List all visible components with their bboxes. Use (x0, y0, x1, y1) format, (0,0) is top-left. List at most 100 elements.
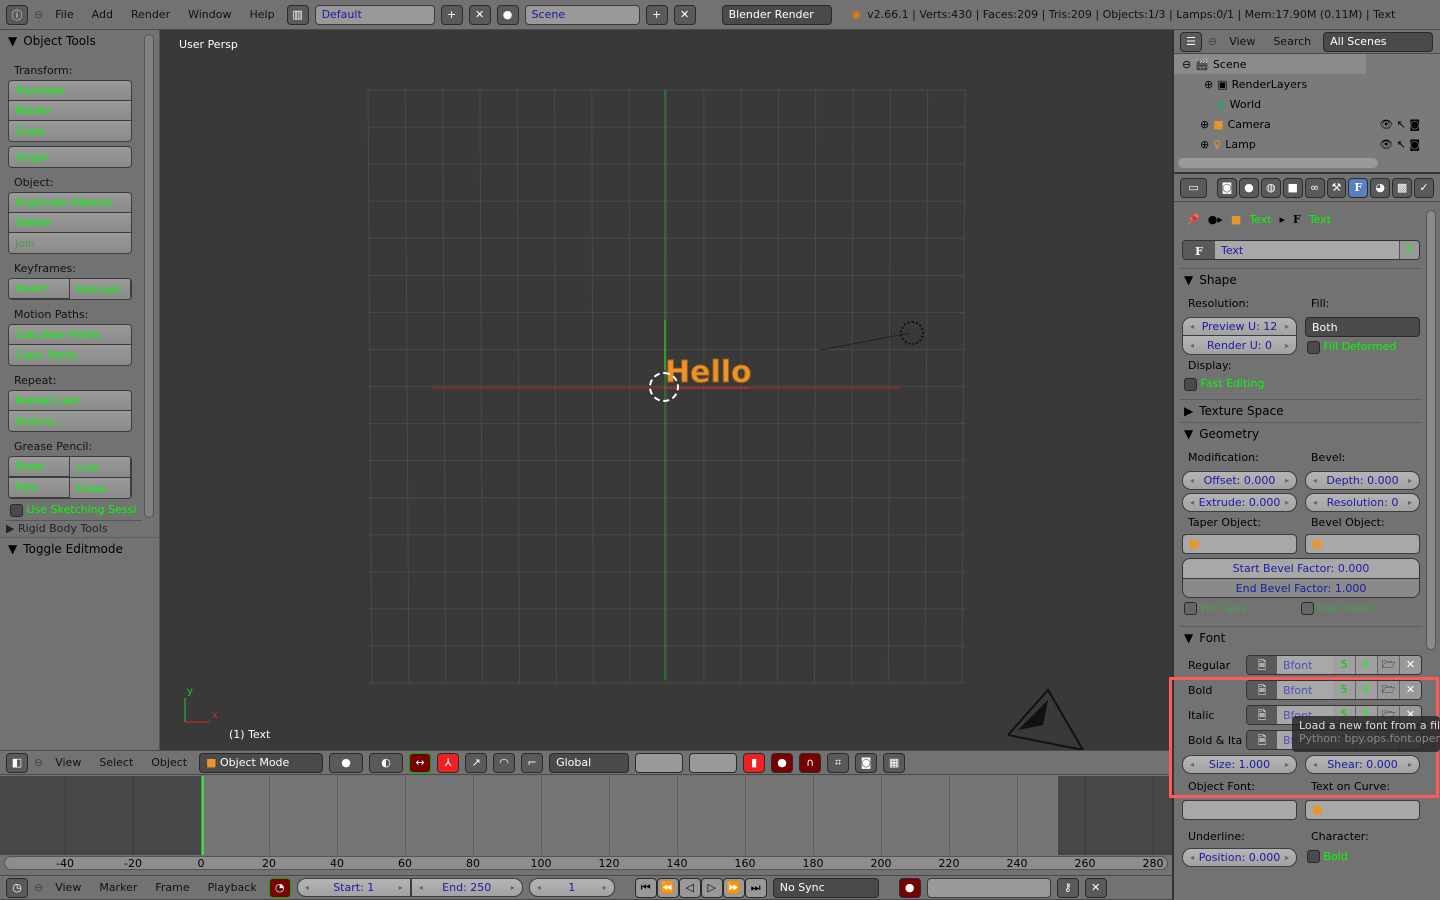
start-bevel-factor-slider[interactable]: Start Bevel Factor: 0.000 (1183, 558, 1419, 578)
fill-select[interactable]: Both (1305, 317, 1420, 337)
screen-layout-field[interactable]: Default (314, 4, 435, 25)
calculate-paths-button[interactable]: Calculate Paths (9, 325, 131, 345)
timeline-area[interactable] (0, 776, 1172, 855)
outliner-item-lamp[interactable]: ⊕ ♀ Lamp 👁 ↖ ◙ (1174, 134, 1440, 154)
menu-marker[interactable]: Marker (93, 881, 143, 894)
underline-position-field[interactable]: ◂ Position: 0.000 ▸ (1182, 847, 1297, 867)
layers-grid-1[interactable] (635, 752, 684, 773)
remove-scene-icon[interactable]: ✕ (673, 4, 696, 25)
history-button[interactable]: History... (9, 411, 131, 431)
insert-keyframe-button[interactable]: Insert (9, 279, 70, 299)
lock-camera-icon[interactable]: ▮ (743, 752, 766, 773)
translate-button[interactable]: Translate (9, 81, 131, 101)
play-icon[interactable]: ▷ (700, 877, 723, 898)
join-button[interactable]: Join (9, 233, 131, 253)
info-editor-icon[interactable]: ⓘ (6, 4, 28, 25)
map-taper-checkbox[interactable]: Map Taper (1301, 602, 1418, 616)
menu-select[interactable]: Select (93, 756, 139, 769)
fill-deformed-checkbox[interactable]: Fill Deformed (1305, 340, 1420, 354)
snap-element-icon[interactable]: ⌗ (827, 752, 850, 773)
tab-object[interactable]: ■ (1282, 177, 1303, 198)
repeat-last-button[interactable]: Repeat Last (9, 391, 131, 411)
font-fake-user-button[interactable]: F (1355, 656, 1377, 674)
auto-keying-icon[interactable]: ● (898, 877, 921, 898)
next-keyframe-icon[interactable]: ⏩ (722, 877, 745, 898)
current-frame-field[interactable]: ◂ 1 ▸ (528, 878, 615, 897)
tab-data-font[interactable]: F (1348, 177, 1369, 198)
outliner-item-scene[interactable]: ⊖ 🎬 Scene (1174, 54, 1366, 74)
render-opengl-icon[interactable]: ◙ (855, 752, 878, 773)
panel-rigid-body-tools[interactable]: ▶ Rigid Body Tools (6, 520, 142, 536)
outliner-item-camera[interactable]: ⊕ ■ Camera 👁 ↖ ◙ (1174, 114, 1440, 134)
panel-header-geometry[interactable]: ▼ Geometry (1180, 423, 1422, 445)
font-datablock-icon[interactable]: F (1183, 241, 1215, 259)
collapse-icon[interactable]: ⊖ (34, 756, 43, 769)
tab-material[interactable]: ◕ (1370, 177, 1391, 198)
layers-grid-2[interactable] (689, 752, 738, 773)
tab-constraints[interactable]: ∞ (1304, 177, 1325, 198)
render-engine-select[interactable]: Blender Render (721, 4, 832, 25)
record-icon[interactable]: ● (771, 752, 794, 773)
scene-icon[interactable]: ● (496, 4, 519, 25)
offset-field[interactable]: ◂ Offset: 0.000 ▸ (1182, 470, 1297, 490)
collapse-icon[interactable]: ⊖ (34, 8, 43, 21)
menu-view[interactable]: View (49, 756, 87, 769)
start-frame-field[interactable]: ◂ Start: 1 ▸ (296, 878, 411, 897)
clear-paths-button[interactable]: Clear Paths (9, 345, 131, 365)
origin-button[interactable]: Origin (9, 147, 131, 167)
manipulator-icon[interactable]: ↔ (409, 752, 432, 773)
scale-button[interactable]: Scale (9, 121, 131, 141)
fill-caps-checkbox[interactable]: Fill Caps (1184, 602, 1301, 616)
tab-texture[interactable]: ▩ (1392, 177, 1413, 198)
jump-end-icon[interactable]: ⏭ (744, 877, 767, 898)
menu-window[interactable]: Window (182, 8, 237, 21)
outliner-item-world[interactable]: ◍ World (1174, 94, 1440, 114)
delete-button[interactable]: Delete (9, 213, 131, 233)
scale-manipulator-icon[interactable]: ⌐ (521, 752, 544, 773)
end-frame-field[interactable]: ◂ End: 250 ▸ (410, 878, 523, 897)
datablock-name-field[interactable]: Text (1215, 241, 1399, 259)
remove-layout-icon[interactable]: ✕ (468, 4, 491, 25)
poly-button[interactable]: Poly (9, 478, 70, 498)
play-reverse-icon[interactable]: ◁ (678, 877, 701, 898)
collapse-icon[interactable]: ⊖ (34, 881, 43, 894)
properties-editor-icon[interactable]: ▭ (1180, 177, 1208, 198)
render-u-field[interactable]: ◂ Render U: 0 ▸ (1182, 336, 1297, 355)
preview-u-field[interactable]: ◂ Preview U: 12 ▸ (1182, 317, 1297, 336)
text-on-curve-field[interactable]: ■ (1305, 799, 1420, 820)
menu-view[interactable]: View (49, 881, 87, 894)
font-file-icon[interactable]: 🗎 (1247, 656, 1277, 674)
panel-texture-space[interactable]: ▶ Texture Space (1180, 398, 1422, 422)
transform-manipulator-icon[interactable]: ⅄ (437, 752, 460, 773)
font-name-field[interactable]: Bfont (1277, 656, 1333, 674)
menu-search[interactable]: Search (1267, 35, 1317, 48)
outliner-item-renderlayers[interactable]: ⊕ ▣ RenderLayers (1174, 74, 1440, 94)
panel-header-font[interactable]: ▼ Font (1180, 627, 1422, 649)
panel-object-tools[interactable]: ▼ Object Tools (0, 30, 159, 52)
remove-keyframe-button[interactable]: Remove (70, 279, 131, 299)
menu-playback[interactable]: Playback (202, 881, 263, 894)
datablock-selector[interactable]: F Text F (1182, 240, 1420, 260)
fake-user-button[interactable]: F (1399, 241, 1419, 259)
camera-object-icon[interactable] (1008, 685, 1088, 755)
use-sketching-checkbox[interactable]: Use Sketching Sessi (0, 499, 140, 521)
panel-toggle-editmode[interactable]: ▼ Toggle Editmode (0, 537, 160, 559)
properties-scrollbar[interactable] (1426, 210, 1436, 650)
taper-object-field[interactable]: ■ (1182, 533, 1297, 554)
erase-button[interactable]: Erase (70, 478, 131, 498)
add-layout-icon[interactable]: + (440, 4, 463, 25)
timeline-editor-icon[interactable]: ◷ (6, 877, 28, 898)
bevel-resolution-field[interactable]: ◂ Resolution: 0 ▸ (1305, 492, 1420, 512)
rotate-manipulator-icon[interactable]: ◠ (493, 752, 516, 773)
prev-keyframe-icon[interactable]: ⏪ (656, 877, 679, 898)
outliner-editor-icon[interactable]: ☰ (1180, 31, 1202, 52)
collapse-icon[interactable]: ⊖ (1208, 35, 1217, 48)
line-button[interactable]: Line (70, 457, 131, 477)
timeline-scrollbar[interactable] (4, 856, 1168, 870)
panel-header-shape[interactable]: ▼ Shape (1180, 269, 1422, 291)
visibility-icons[interactable]: 👁 ↖ ◙ (1379, 118, 1420, 131)
tab-physics[interactable]: ✓ (1414, 177, 1434, 198)
menu-frame[interactable]: Frame (149, 881, 195, 894)
menu-object[interactable]: Object (145, 756, 193, 769)
end-bevel-factor-slider[interactable]: End Bevel Factor: 1.000 (1183, 577, 1419, 597)
